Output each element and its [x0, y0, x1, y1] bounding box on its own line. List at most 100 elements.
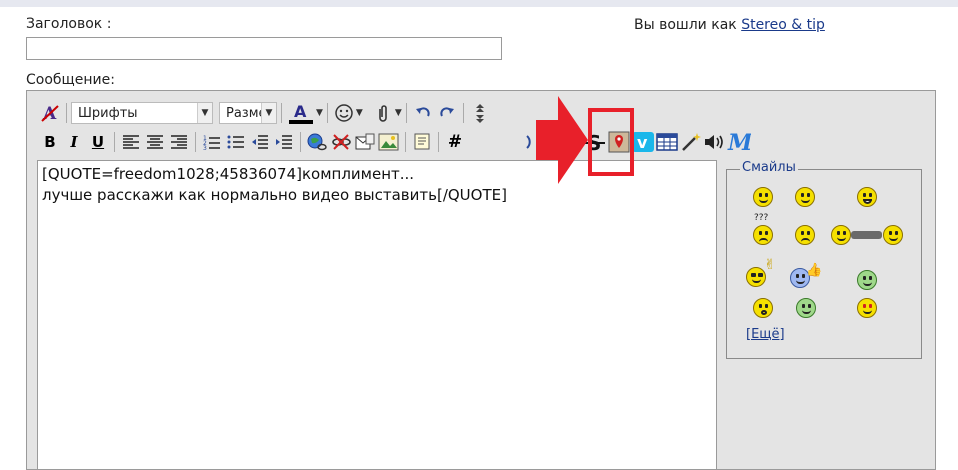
indent-icon [276, 135, 292, 149]
insert-quote-button[interactable] [410, 130, 434, 154]
emoticon-button[interactable] [332, 101, 356, 125]
remove-link-button[interactable] [329, 130, 353, 154]
separator [66, 103, 67, 123]
chevron-down-icon[interactable]: ▼ [356, 108, 363, 118]
font-select-label: Шрифты [78, 105, 138, 121]
sad-icon[interactable] [795, 225, 815, 245]
chevron-down-icon[interactable]: ▼ [316, 108, 323, 118]
insert-email-button[interactable] [353, 130, 377, 154]
chevron-down-icon: ▼ [261, 103, 276, 123]
font-select[interactable]: Шрифты ▼ [71, 102, 213, 124]
remove-format-button[interactable]: A [38, 101, 62, 125]
insert-table-button[interactable] [655, 130, 679, 154]
undo-icon [415, 107, 430, 117]
title-label: Заголовок : [26, 16, 112, 32]
insert-code-button[interactable]: # [443, 130, 467, 154]
email-icon [355, 133, 375, 150]
separator [326, 103, 328, 123]
red-arrow-annotation [536, 96, 588, 184]
magic-wand-icon [682, 133, 701, 151]
confused-icon[interactable] [753, 225, 773, 245]
top-band [0, 0, 958, 7]
smile-icon[interactable] [795, 187, 815, 207]
separator [281, 103, 282, 123]
insert-audio-button[interactable] [703, 130, 727, 154]
thumb-icon: 👍 [806, 263, 823, 278]
hash-icon: # [447, 132, 463, 152]
sick-icon[interactable] [857, 270, 877, 290]
text-color-button[interactable]: A [286, 101, 316, 125]
smiley-icon [335, 104, 353, 122]
insert-link-button[interactable] [305, 130, 329, 154]
unordered-list-button[interactable] [224, 130, 248, 154]
ordered-list-button[interactable]: 123 [200, 130, 224, 154]
grin-icon[interactable] [857, 187, 877, 207]
ordered-list-icon: 123 [203, 135, 220, 150]
bold-button[interactable]: B [38, 130, 62, 154]
message-textarea[interactable]: [QUOTE=freedom1028;45836074]комплимент..… [37, 160, 717, 470]
separator [195, 132, 196, 152]
smile-icon[interactable] [753, 187, 773, 207]
italic-icon: I [70, 133, 78, 151]
separator [405, 132, 406, 152]
toolbar-row-2: B I U 123 # YouTube [38, 130, 751, 154]
math-m-icon: M [727, 130, 751, 154]
image-icon [378, 133, 399, 151]
login-prefix: Вы вошли как [634, 17, 737, 33]
smilies-legend: Смайлы [740, 160, 798, 175]
align-right-button[interactable] [167, 130, 191, 154]
redo-button[interactable] [435, 101, 459, 125]
title-input[interactable] [26, 37, 502, 60]
insert-vimeo-button[interactable]: v [631, 130, 655, 154]
outdent-button[interactable] [248, 130, 272, 154]
friends-right-icon[interactable] [883, 225, 903, 245]
svg-text:A: A [294, 102, 307, 121]
separator [438, 132, 439, 152]
separator [462, 103, 464, 123]
svg-text:v: v [637, 133, 648, 152]
italic-button[interactable]: I [62, 130, 86, 154]
resize-arrows-icon [475, 104, 484, 123]
separator [300, 132, 301, 152]
chevron-down-icon[interactable]: ▼ [395, 108, 402, 118]
insert-formula-button[interactable]: M [727, 130, 751, 154]
highlight-box-annotation [588, 108, 634, 176]
bold-icon: B [44, 133, 56, 151]
rock-hand-icon: ✌ [764, 257, 776, 273]
question-marks-icon: ??? [754, 213, 769, 223]
cool-icon[interactable] [746, 267, 766, 287]
svg-text:3: 3 [203, 145, 207, 150]
vimeo-icon: v [632, 132, 654, 152]
undo-button[interactable] [411, 101, 435, 125]
separator [405, 103, 407, 123]
paperclip-icon [379, 105, 387, 122]
size-select[interactable]: Разме ▼ [219, 102, 277, 124]
table-icon [656, 133, 678, 151]
indent-button[interactable] [272, 130, 296, 154]
insert-image-button[interactable] [377, 130, 401, 154]
quote-icon [414, 133, 430, 150]
svg-text:M: M [727, 130, 751, 154]
more-smilies-link[interactable]: [Ещё] [746, 327, 785, 342]
underline-button[interactable]: U [86, 130, 110, 154]
separator [114, 132, 115, 152]
beer-cheers-icon [851, 231, 882, 239]
username-link[interactable]: Stereo & tip [741, 17, 825, 33]
size-select-label: Разме [226, 105, 261, 121]
attachment-button[interactable] [371, 101, 395, 125]
align-left-icon [123, 135, 139, 149]
wow-icon[interactable] [753, 298, 773, 318]
align-center-button[interactable] [143, 130, 167, 154]
magic-button[interactable] [679, 130, 703, 154]
align-center-icon [147, 135, 163, 149]
friends-left-icon[interactable] [831, 225, 851, 245]
remove-format-icon: A [41, 104, 59, 123]
resize-editor-button[interactable] [468, 101, 492, 125]
login-status: Вы вошли как Stereo & tip [634, 17, 825, 33]
speaker-icon [705, 135, 723, 149]
toolbar-row-1: A Шрифты ▼ Разме ▼ A ▼ ▼ ▼ [38, 101, 492, 125]
text-color-icon: A [289, 102, 313, 124]
teeth-icon[interactable] [796, 298, 816, 318]
align-left-button[interactable] [119, 130, 143, 154]
love-icon[interactable] [857, 298, 877, 318]
